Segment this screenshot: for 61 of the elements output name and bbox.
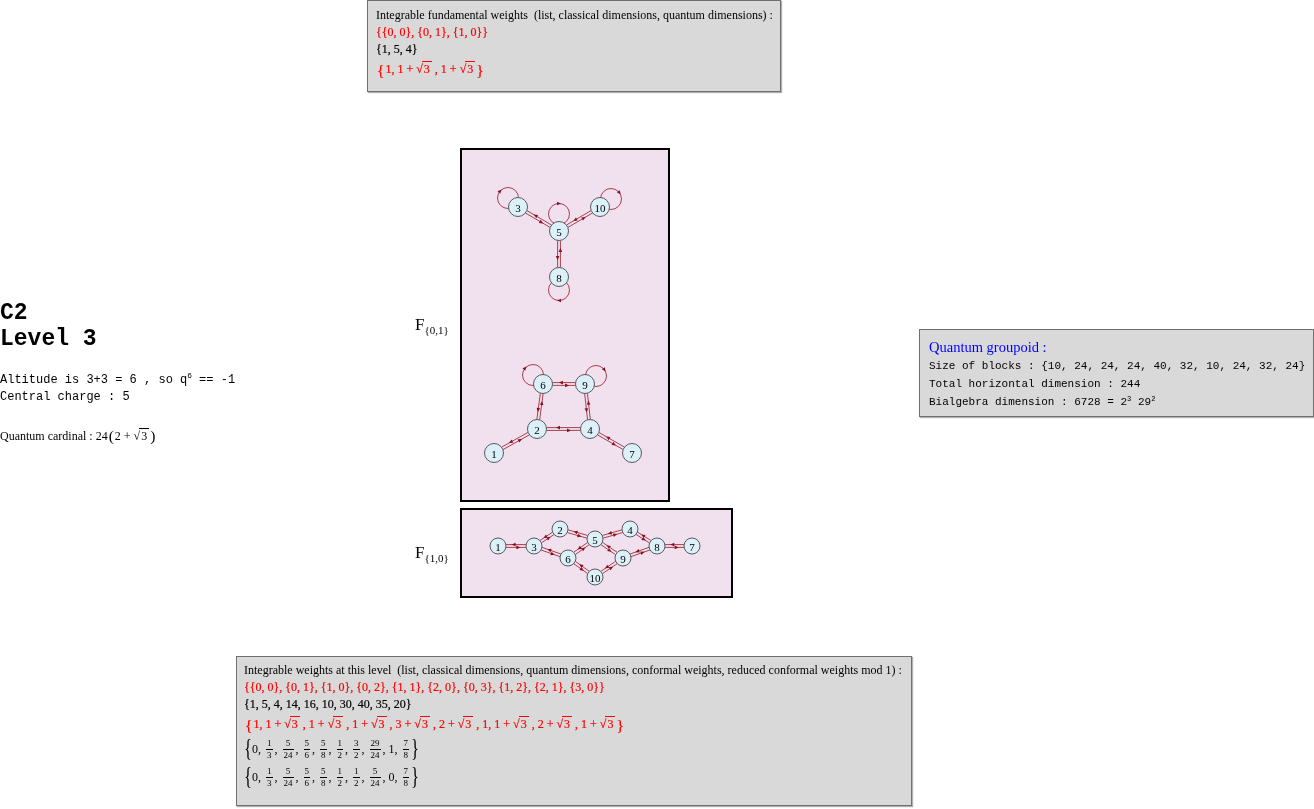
graph-node: 3 <box>525 537 543 555</box>
double-arrow <box>546 425 581 433</box>
formula-line: {1, 1 + √3 , 1 + √3 } <box>376 59 485 80</box>
graph-node: 6 <box>533 374 553 394</box>
quantum-cardinal-text: Quantum cardinal : 24(2 + √3 ) <box>0 426 157 447</box>
graph-node: 4 <box>621 520 639 538</box>
graph-node: 8 <box>549 267 569 287</box>
info-line: Total horizontal dimension : 244 <box>929 377 1141 392</box>
graph-label-subscript: {1,0} <box>424 551 449 564</box>
graph-node: 3 <box>508 197 528 217</box>
graph-node: 7 <box>683 537 701 555</box>
info-line: Size of blocks : {10, 24, 24, 24, 40, 32, 10, 24, 32, 24} <box>929 359 1306 374</box>
formula-line: {1, 5, 4, 14, 16, 10, 30, 40, 35, 20} <box>244 696 412 713</box>
double-arrow <box>566 529 589 539</box>
double-arrow <box>505 542 527 550</box>
double-arrow <box>664 542 685 550</box>
double-arrow <box>597 432 625 450</box>
algebra-title: C2 <box>0 299 28 326</box>
graph-node: 10 <box>590 197 610 217</box>
altitude-text: Altitude is 3+3 = 6 , so q$^{6}$ == -1 <box>0 371 236 389</box>
graph-node: 2 <box>527 419 547 439</box>
graph-node: 6 <box>559 549 577 567</box>
double-arrow <box>629 546 651 558</box>
graph-node: 8 <box>648 537 666 555</box>
graph-label: F <box>415 542 425 562</box>
level-title: Level 3 <box>0 325 97 352</box>
double-arrow <box>601 529 624 539</box>
double-arrow <box>501 431 530 451</box>
graph-node: 4 <box>580 419 600 439</box>
central-charge-text: Central charge : 5 <box>0 388 130 406</box>
double-arrow <box>539 531 555 544</box>
graph-node: 5 <box>586 530 604 548</box>
double-arrow <box>600 560 618 575</box>
info-line: Bialgebra dimension : 6728 = 2$^{3}$ 29$^{2}$ <box>929 393 1156 410</box>
double-arrow <box>566 210 593 228</box>
groupoid-title: Quantum groupoid : <box>929 338 1047 357</box>
graph-label: F <box>415 314 425 334</box>
formula-line: {1, 1 + √3 , 1 + √3 , 1 + √3 , 3 + √3 , 2 + √3 , 1, 1 + √3 , 2 + √3 , 1 + √3 } <box>244 714 625 735</box>
graph-node: 9 <box>575 374 595 394</box>
formula-line: {1, 5, 4} <box>376 41 418 58</box>
double-arrow <box>600 541 618 556</box>
double-arrow <box>536 392 544 421</box>
double-arrow <box>573 560 590 575</box>
graph-node: 2 <box>551 520 569 538</box>
double-arrow <box>584 392 591 421</box>
formula-line: {{0, 0}, {0, 1}, {1, 0}} <box>376 24 489 41</box>
graph-label-subscript: {0,1} <box>424 323 449 336</box>
graph-node: 7 <box>622 443 642 463</box>
box-heading: Integrable weights at this level (list, classical dimensions, quantum dimensions, conformal weights, reduced conformal weights mod 1) : <box>244 662 902 679</box>
graph-node: 10 <box>586 568 604 586</box>
graph-node: 9 <box>614 549 632 567</box>
double-arrow <box>573 541 590 556</box>
double-arrow <box>552 380 576 388</box>
graph-node: 1 <box>484 443 504 463</box>
box-heading: Integrable fundamental weights (list, classical dimensions, quantum dimensions) : <box>376 7 773 24</box>
formula-line: {{0, 0}, {0, 1}, {1, 0}, {0, 2}, {1, 1}, {2, 0}, {0, 3}, {1, 2}, {2, 1}, {3, 0}} <box>244 679 605 696</box>
graph-node: 1 <box>489 537 507 555</box>
double-arrow <box>525 210 552 228</box>
double-arrow <box>540 546 562 558</box>
double-arrow <box>555 240 563 268</box>
graph-node: 5 <box>549 221 569 241</box>
